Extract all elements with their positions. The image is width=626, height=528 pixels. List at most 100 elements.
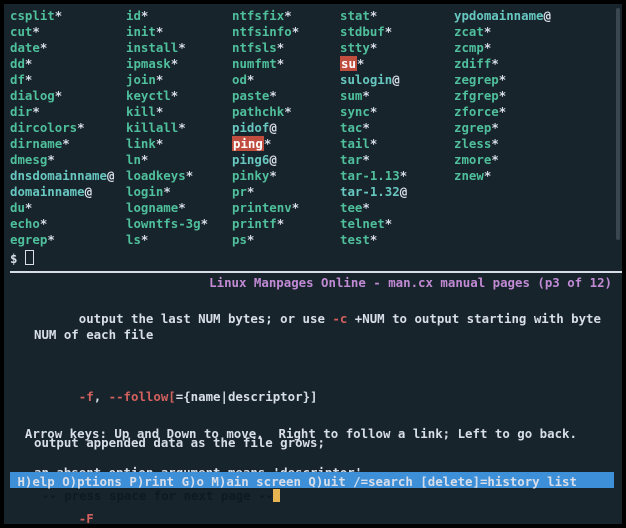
file-name: keyctl [126,88,171,103]
help-bar: Arrow keys: Up and Down to move. Right t… [10,394,616,522]
file-name: pidof [232,120,269,135]
list-item: id* [126,8,232,24]
file-mark: * [277,40,284,55]
list-item: lowntfs-3g* [126,216,232,232]
listing-column: csplit*cut*date*dd*df*dialog*dir*dircolo… [10,8,126,248]
list-item: pinky* [232,168,340,184]
terminal[interactable]: csplit*cut*date*dd*df*dialog*dir*dircolo… [4,4,622,524]
list-item: install* [126,40,232,56]
list-item: tar* [340,152,454,168]
file-name: sulogin [340,72,392,87]
file-name: zless [454,136,491,151]
file-mark: * [25,56,32,71]
file-name: zcat [454,24,484,39]
list-item: cut* [10,24,126,40]
file-name: login [126,184,163,199]
list-item: od* [232,72,340,88]
file-mark: * [370,232,377,247]
shell-prompt[interactable]: $ [4,250,622,271]
file-name: ping6 [232,152,269,167]
file-mark: * [370,104,377,119]
file-mark: * [186,168,193,183]
file-name: dd [10,56,25,71]
file-mark: * [400,168,407,183]
file-mark: * [284,104,291,119]
file-mark: * [362,120,369,135]
file-name: link [126,136,156,151]
file-mark: * [370,8,377,23]
list-item: zegrep* [454,72,560,88]
file-name: su [340,56,357,71]
file-mark: * [370,136,377,151]
file-name: loadkeys [126,168,186,183]
list-item: dialog* [10,88,126,104]
file-mark: * [484,40,491,55]
file-name: stty [340,40,370,55]
listing-column: stat*stdbuf*stty*su*sulogin@sum*sync*tac… [340,8,454,248]
list-item: zcat* [454,24,560,40]
file-mark: @ [400,184,407,199]
list-item: tac* [340,120,454,136]
list-item: zforce* [454,104,560,120]
list-item: dmesg* [10,152,126,168]
file-mark: * [156,104,163,119]
file-name: zegrep [454,72,499,87]
list-item: sum* [340,88,454,104]
file-mark: * [269,168,276,183]
list-item: zmore* [454,152,560,168]
file-name: df [10,72,25,87]
prompt-symbol: $ [10,251,17,266]
list-item: numfmt* [232,56,340,72]
list-item: login* [126,184,232,200]
file-mark: * [385,216,392,231]
file-mark: * [47,232,54,247]
file-mark: * [25,200,32,215]
file-mark: * [32,104,39,119]
list-item: init* [126,24,232,40]
file-name: zgrep [454,120,491,135]
list-item: pathchk* [232,104,340,120]
file-mark: * [55,88,62,103]
file-mark: * [499,88,506,103]
scrollbar[interactable] [616,8,620,240]
list-item: tee* [340,200,454,216]
list-item: tar-1.13* [340,168,454,184]
file-name: dialog [10,88,55,103]
file-mark: * [178,200,185,215]
file-mark: * [62,136,69,151]
file-name: pinky [232,168,269,183]
file-mark: @ [392,72,399,87]
list-item: killall* [126,120,232,136]
file-name: stat [340,8,370,23]
list-item: df* [10,72,126,88]
file-name: dmesg [10,152,47,167]
list-item: ping* [232,136,340,152]
file-name: tar-1.32 [340,184,400,199]
file-mark: * [201,216,208,231]
file-name: dir [10,104,32,119]
file-name: sync [340,104,370,119]
list-item: test* [340,232,454,248]
list-item: echo* [10,216,126,232]
file-name: kill [126,104,156,119]
file-mark: * [40,40,47,55]
file-mark: * [499,72,506,87]
file-mark: * [491,136,498,151]
list-item: su* [340,56,454,72]
file-name: znew [454,168,484,183]
file-mark: * [141,152,148,167]
file-mark: * [491,152,498,167]
file-name: dirname [10,136,62,151]
file-name: csplit [10,8,55,23]
file-mark: * [141,232,148,247]
list-item: tail* [340,136,454,152]
list-item: zfgrep* [454,88,560,104]
list-item: sulogin@ [340,72,454,88]
list-item: tar-1.32@ [340,184,454,200]
file-name: telnet [340,216,385,231]
file-name: join [126,72,156,87]
file-mark: * [357,56,364,71]
file-name: egrep [10,232,47,247]
file-mark: * [247,72,254,87]
file-name: install [126,40,178,55]
